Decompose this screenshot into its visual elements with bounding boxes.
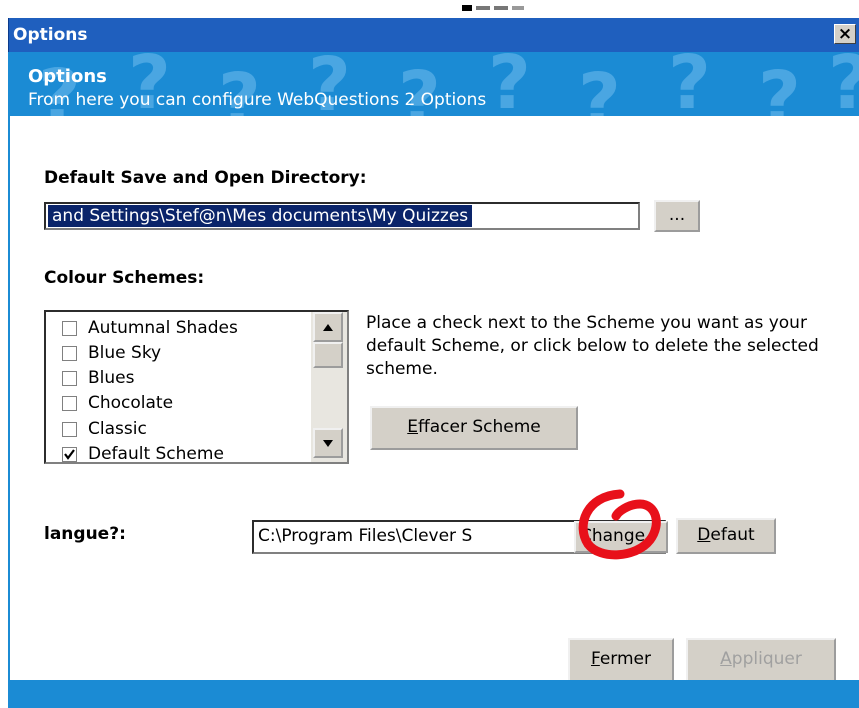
scroll-down-button[interactable] <box>313 428 343 458</box>
header-banner: ??? ??? ??? ? Options From here you can … <box>8 52 859 116</box>
header-title: Options <box>28 66 107 87</box>
options-dialog: Options × ??? ??? ??? ? Options From her… <box>0 18 859 708</box>
delete-scheme-button[interactable]: Effacer Scheme <box>370 406 578 450</box>
checkbox-checked[interactable] <box>62 447 77 462</box>
directory-input[interactable]: and Settings\Stef@n\Mes documents\My Qui… <box>44 202 640 230</box>
header-subtitle: From here you can configure WebQuestions… <box>28 90 487 110</box>
directory-label: Default Save and Open Directory: <box>44 168 367 188</box>
button-label: ermer <box>599 649 652 669</box>
scroll-up-button[interactable] <box>313 312 343 342</box>
options-body: Default Save and Open Directory: and Set… <box>8 116 859 682</box>
svg-text:?: ? <box>488 52 531 116</box>
list-item-label: Autumnal Shades <box>88 318 238 338</box>
background-strip <box>0 0 859 18</box>
svg-text:?: ? <box>668 52 711 116</box>
close-button[interactable]: × <box>834 24 856 44</box>
close-dialog-button[interactable]: Fermer <box>568 638 674 682</box>
checkbox[interactable] <box>62 346 77 361</box>
button-label: efaut <box>710 525 755 545</box>
schemes-list[interactable]: Autumnal Shades Blue Sky Blues Chocolate… <box>44 310 349 464</box>
browse-button[interactable]: ... <box>654 200 700 232</box>
list-item-label: Default Scheme <box>88 444 224 464</box>
checkbox[interactable] <box>62 371 77 386</box>
schemes-info-text: Place a check next to the Scheme you wan… <box>366 313 819 379</box>
title-bar: Options × <box>8 18 859 52</box>
button-label: ffacer Scheme <box>418 417 541 437</box>
svg-text:?: ? <box>758 56 801 116</box>
hotkey-letter: F <box>590 649 600 669</box>
arrow-up-icon <box>323 324 333 331</box>
list-item-label: Classic <box>88 419 147 439</box>
directory-value: and Settings\Stef@n\Mes documents\My Qui… <box>48 205 473 227</box>
list-item-label: Chocolate <box>88 393 174 413</box>
scrollbar[interactable] <box>311 312 347 462</box>
footer-bar <box>8 680 859 708</box>
checkbox[interactable] <box>62 321 77 336</box>
svg-text:?: ? <box>578 58 621 116</box>
checkbox[interactable] <box>62 422 77 437</box>
arrow-down-icon <box>323 440 333 447</box>
hotkey-letter: D <box>697 525 711 545</box>
checkbox[interactable] <box>62 396 77 411</box>
scroll-thumb[interactable] <box>313 342 343 368</box>
hotkey-letter: E <box>407 417 419 437</box>
default-button[interactable]: Defaut <box>676 518 776 554</box>
window-title: Options <box>13 25 88 45</box>
list-item-label: Blue Sky <box>88 343 162 363</box>
svg-text:?: ? <box>828 52 859 116</box>
button-label: ppliquer <box>731 649 802 669</box>
background-fragment-icon <box>462 5 524 11</box>
red-circle-annotation <box>578 489 661 560</box>
schemes-label: Colour Schemes: <box>44 268 205 288</box>
hotkey-letter: A <box>720 649 732 669</box>
language-label: langue?: <box>44 524 126 544</box>
check-mark-icon <box>64 449 75 460</box>
list-item-label: Blues <box>88 368 135 388</box>
apply-button[interactable]: Appliquer <box>686 638 836 682</box>
